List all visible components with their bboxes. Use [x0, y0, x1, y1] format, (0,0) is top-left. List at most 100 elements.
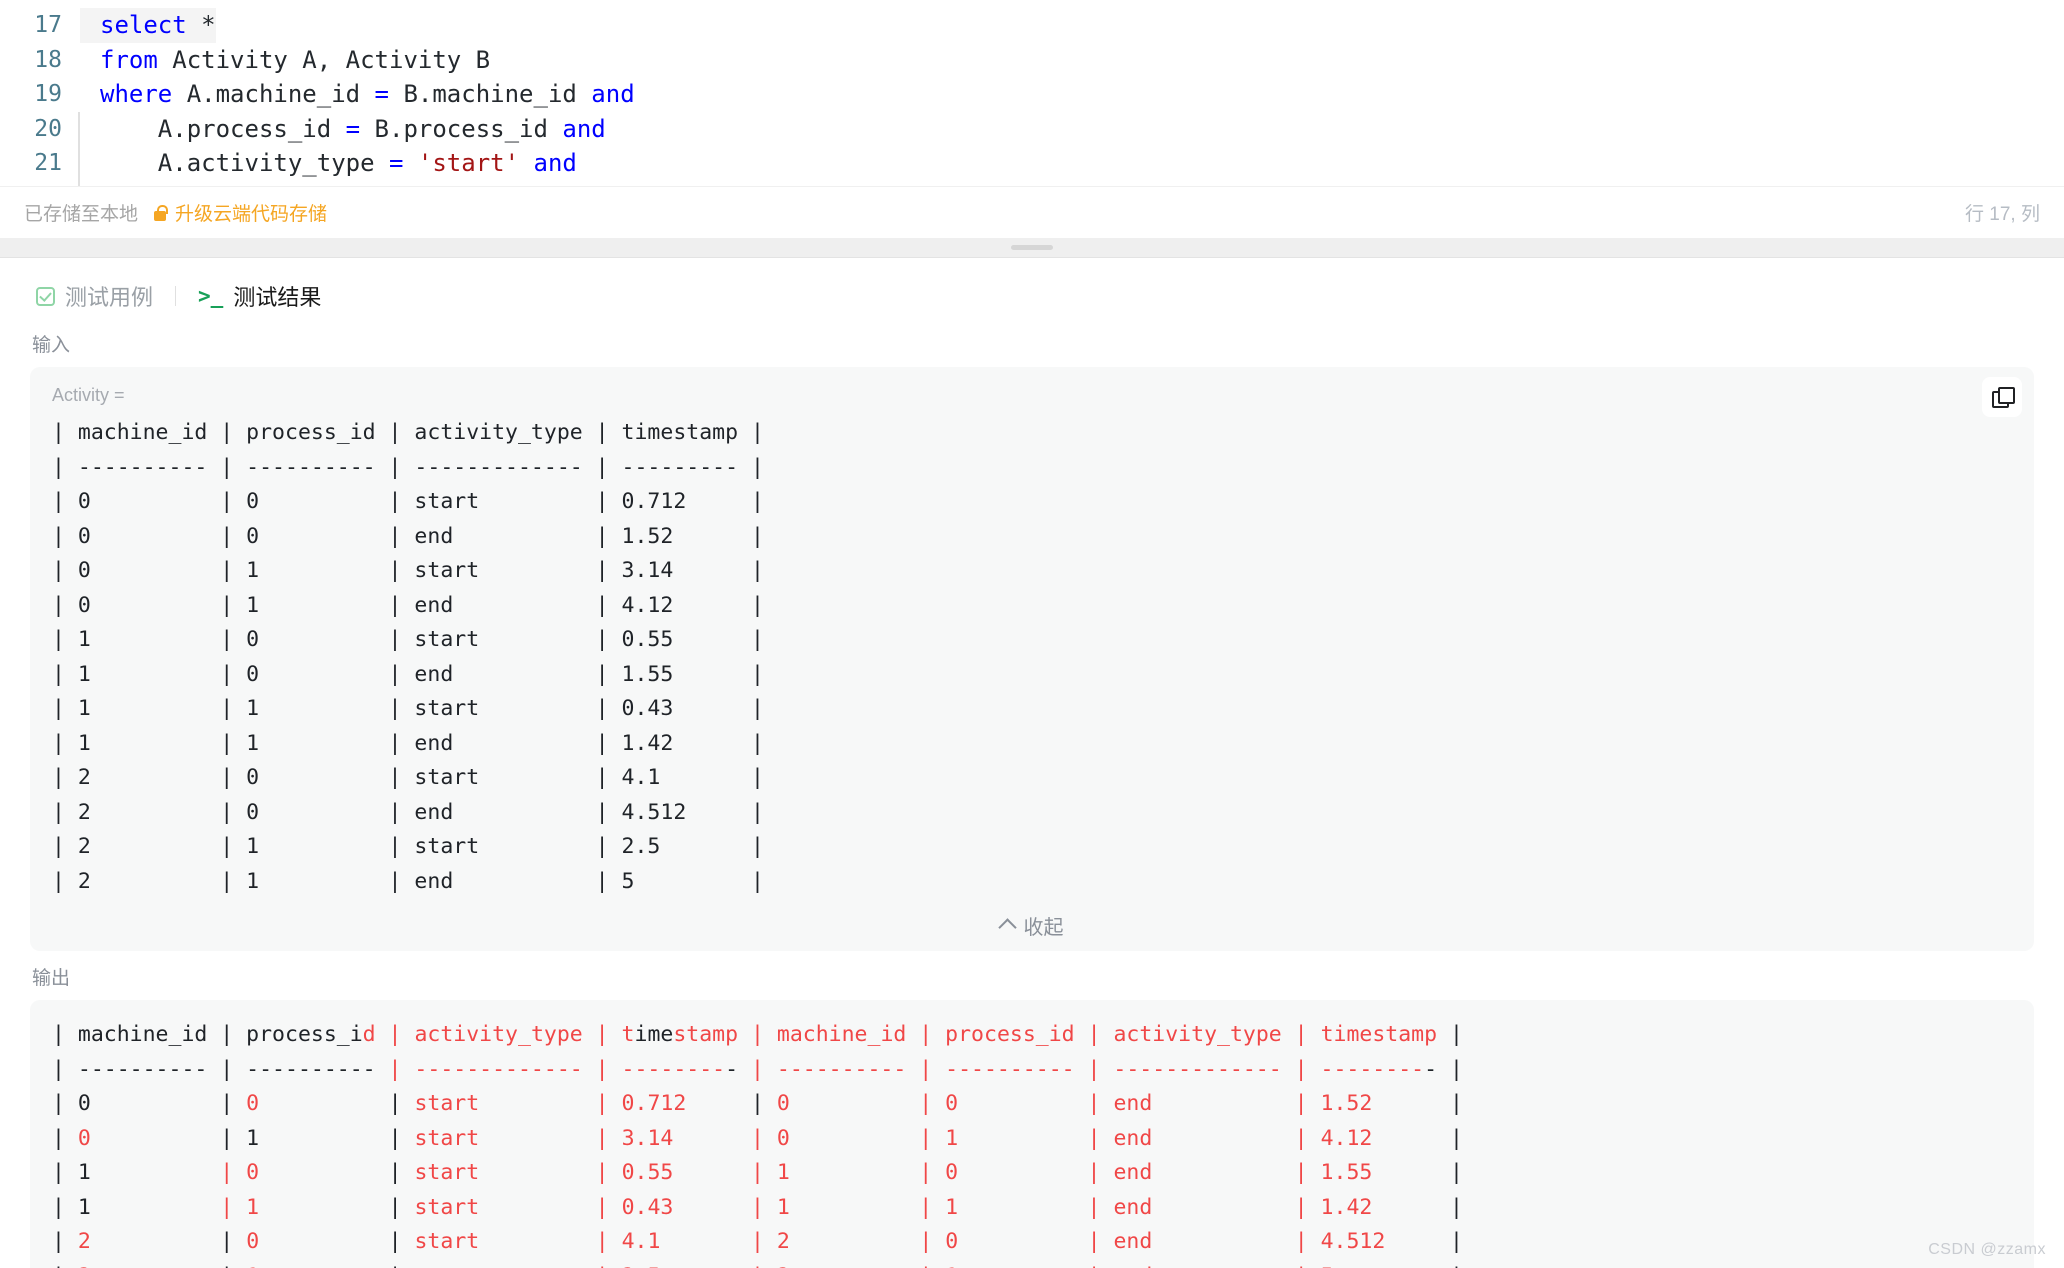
diff-segment: | — [1424, 1091, 1463, 1116]
code-text: select * — [80, 8, 216, 43]
diff-segment: - — [725, 1056, 751, 1082]
diff-segment: | ------------- | -------- — [388, 1056, 726, 1082]
diff-segment: | 1 — [52, 1194, 221, 1220]
diff-segment: | machine_id | process_i — [52, 1022, 363, 1047]
diff-segment: d | activity_type | t — [362, 1022, 635, 1047]
tab-test-cases[interactable]: 测试用例 — [32, 280, 157, 312]
diff-segment: | 0 | — [52, 1091, 247, 1116]
diff-segment: | — [1424, 1125, 1463, 1151]
collapse-input-button[interactable]: 收起 — [52, 899, 2012, 951]
diff-segment: 0 — [233, 1229, 389, 1254]
splitter-grip[interactable] — [1011, 245, 1053, 250]
copy-input-button[interactable] — [1982, 377, 2022, 417]
diff-segment: stamp | machine_id | process_id — [673, 1022, 1075, 1047]
diff-segment: 0 — [64, 1125, 221, 1151]
code-editor[interactable]: 17 select * 18 from Activity A, Activity B1… — [0, 0, 2064, 238]
diff-segment: start | 0.43 — [401, 1194, 739, 1220]
output-section-label: 输出 — [32, 968, 71, 989]
copy-icon — [1992, 387, 2015, 408]
diff-segment: 1 — [233, 1264, 388, 1268]
diff-segment: | — [1424, 1264, 1463, 1268]
panel-splitter[interactable] — [0, 238, 2064, 258]
tab-divider — [175, 286, 177, 306]
code-line[interactable]: 18 from Activity A, Activity B — [0, 43, 2064, 78]
diff-segment: | 1 | 1 | end | 1.42 — [751, 1194, 1425, 1220]
diff-segment: - | — [1424, 1056, 1463, 1082]
saved-status-text: 已存储至本地 — [24, 204, 139, 225]
editor-status-left: 已存储至本地 升级云端代码存储 — [24, 199, 327, 226]
tab-test-cases-label: 测试用例 — [65, 285, 154, 310]
output-table-text: | machine_id | process_id | activity_typ… — [52, 1018, 2012, 1268]
diff-segment: | — [388, 1194, 402, 1220]
results-tabs[interactable]: 测试用例 >_ 测试结果 — [30, 274, 2034, 318]
results-panel: 测试用例 >_ 测试结果 输入 Activity = | machine_id … — [0, 258, 2064, 1268]
diff-segment: 0 — [246, 1091, 389, 1116]
code-text: A.process_id = B.process_id and — [100, 114, 606, 143]
diff-segment: start | 2.5 — [402, 1264, 739, 1268]
code-text: from Activity A, Activity B — [100, 45, 491, 74]
diff-segment: | — [1424, 1194, 1463, 1220]
code-line[interactable]: 21 A.activity_type = 'start' and — [0, 146, 2064, 181]
diff-segment: | — [52, 1264, 65, 1268]
diff-segment — [738, 1160, 751, 1185]
diff-segment: | — [738, 1091, 764, 1116]
editor-status-bar: 已存储至本地 升级云端代码存储 行 17, 列 — [0, 186, 2064, 238]
tab-test-results-label: 测试结果 — [233, 285, 322, 310]
input-variable-label: Activity = — [52, 385, 125, 405]
diff-segment: | — [1424, 1160, 1463, 1185]
diff-segment: | — [220, 1229, 234, 1254]
line-number: 18 — [34, 46, 62, 73]
diff-segment: | — [1437, 1022, 1463, 1047]
diff-segment: | — [220, 1264, 233, 1268]
code-text: where A.machine_id = B.machine_id and — [100, 80, 635, 108]
diff-segment — [738, 1195, 751, 1220]
tab-test-results[interactable]: >_ 测试结果 — [194, 280, 325, 312]
diff-segment: | 1 — [52, 1160, 221, 1185]
diff-segment: | 0 | 1 | end | 4.12 — [751, 1125, 1425, 1151]
collapse-label: 收起 — [1023, 916, 1064, 939]
diff-segment: ime — [634, 1022, 674, 1047]
diff-segment: | — [388, 1160, 402, 1185]
terminal-icon: >_ — [198, 284, 224, 308]
diff-segment: | 2 | 0 | end | 4.512 — [751, 1229, 1425, 1254]
diff-segment: | 1 | 0 | end | 1.55 — [751, 1160, 1425, 1185]
diff-segment — [738, 1229, 751, 1254]
diff-segment: start | 0.712 — [414, 1091, 739, 1116]
code-line[interactable]: 20 A.process_id = B.process_id and — [0, 111, 2064, 146]
code-text: A.activity_type = 'start' and — [100, 149, 577, 177]
diff-segment: | 1 — [220, 1194, 389, 1220]
diff-segment: | 1 | — [220, 1125, 415, 1151]
diff-segment: 2 — [65, 1264, 220, 1268]
diff-segment — [738, 1264, 751, 1268]
cursor-position-indicator: 行 17, 列 — [1965, 204, 2040, 225]
diff-segment: | — [388, 1091, 415, 1116]
input-panel: Activity = | machine_id | process_id | a… — [30, 367, 2034, 951]
diff-segment: | 0 — [220, 1160, 389, 1185]
diff-segment: | ---------- | ---------- | ------------… — [750, 1056, 1425, 1082]
diff-segment: start | 3.14 — [414, 1125, 739, 1151]
diff-segment — [738, 1126, 751, 1151]
diff-segment: 0 | 0 | end | 1.52 — [763, 1091, 1425, 1116]
code-line[interactable]: 19 where A.machine_id = B.machine_id and — [0, 77, 2064, 112]
chevron-up-icon — [997, 918, 1017, 937]
diff-segment: | — [1424, 1229, 1463, 1254]
input-table-text: | machine_id | process_id | activity_typ… — [52, 420, 764, 894]
diff-segment: | activity_type | timestamp — [1087, 1022, 1438, 1047]
lock-icon — [152, 204, 168, 222]
diff-segment: | — [388, 1229, 402, 1254]
diff-segment: | — [52, 1125, 65, 1151]
line-number: 21 — [34, 150, 62, 176]
checkbox-icon — [36, 286, 55, 306]
diff-segment: | 2 | 1 | end | 5 — [751, 1264, 1424, 1268]
line-number: 19 — [34, 81, 62, 107]
diff-segment: | ---------- | ---------- — [52, 1056, 389, 1082]
diff-segment: 2 — [64, 1229, 221, 1254]
upgrade-cloud-storage-link[interactable]: 升级云端代码存储 — [152, 199, 327, 226]
diff-segment: | — [52, 1229, 65, 1254]
input-section-label: 输入 — [32, 335, 71, 356]
line-number: 17 — [34, 12, 62, 38]
diff-segment: start | 0.55 — [401, 1160, 739, 1185]
diff-segment: | — [389, 1264, 402, 1268]
output-panel: | machine_id | process_id | activity_typ… — [30, 1000, 2034, 1268]
code-line[interactable]: 17 select * — [0, 8, 2064, 43]
